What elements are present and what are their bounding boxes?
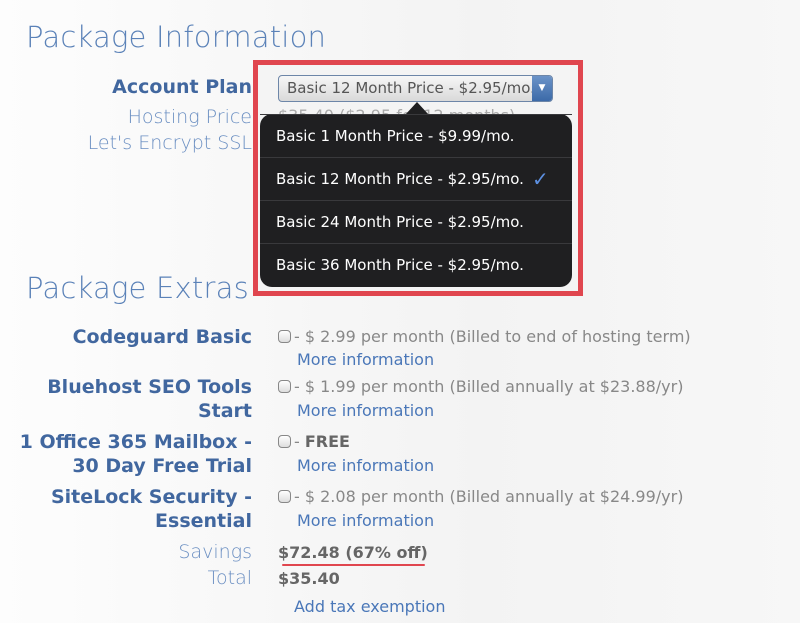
account-plan-label: Account Plan	[112, 76, 252, 98]
extra-option-sitelock: - $ 2.08 per month (Billed annually at $…	[278, 487, 683, 506]
savings-value: $72.48 (67% off)	[278, 543, 428, 562]
extra-name-line: 30 Day Free Trial	[72, 455, 252, 477]
extra-name-line: Codeguard Basic	[72, 326, 252, 348]
more-info-link-office365[interactable]: More information	[297, 456, 434, 475]
extra-desc: - $ 2.99 per month (Billed to end of hos…	[294, 327, 691, 346]
extra-name-sitelock: SiteLock Security - Essential	[51, 485, 252, 533]
account-plan-select[interactable]: Basic 12 Month Price - $2.95/mo. ▼	[278, 75, 553, 102]
sitelock-checkbox[interactable]	[278, 490, 291, 503]
package-information-title: Package Information	[26, 20, 327, 54]
codeguard-checkbox[interactable]	[278, 330, 291, 343]
plan-option-label: Basic 1 Month Price - $9.99/mo.	[276, 127, 515, 145]
total-label: Total	[207, 567, 252, 589]
extra-name-line: 1 Office 365 Mailbox -	[19, 431, 252, 453]
extra-option-codeguard: - $ 2.99 per month (Billed to end of hos…	[278, 327, 691, 346]
savings-label: Savings	[178, 541, 252, 563]
extra-name-line: Start	[197, 400, 252, 422]
more-info-link-seo-tools[interactable]: More information	[297, 401, 434, 420]
plan-option-12-month[interactable]: Basic 12 Month Price - $2.95/mo. ✓	[260, 157, 572, 200]
extra-desc: - $ 1.99 per month (Billed annually at $…	[294, 377, 684, 396]
plan-option-label: Basic 12 Month Price - $2.95/mo.	[276, 170, 524, 188]
extra-option-seo-tools: - $ 1.99 per month (Billed annually at $…	[278, 377, 683, 396]
plan-option-24-month[interactable]: Basic 24 Month Price - $2.95/mo.	[260, 200, 572, 243]
seo-tools-checkbox[interactable]	[278, 380, 291, 393]
checkmark-icon: ✓	[532, 167, 549, 191]
plan-option-36-month[interactable]: Basic 36 Month Price - $2.95/mo.	[260, 243, 572, 286]
extra-name-codeguard: Codeguard Basic	[73, 325, 252, 349]
add-tax-exemption-link[interactable]: Add tax exemption	[294, 597, 445, 616]
more-info-link-sitelock[interactable]: More information	[297, 511, 434, 530]
package-extras-title: Package Extras	[26, 271, 249, 305]
dropdown-arrow-icon[interactable]: ▼	[532, 76, 552, 101]
savings-underline	[282, 564, 425, 566]
plan-options-popup: Basic 1 Month Price - $9.99/mo. Basic 12…	[260, 102, 572, 287]
extra-desc: FREE	[304, 432, 350, 451]
plan-option-1-month[interactable]: Basic 1 Month Price - $9.99/mo.	[260, 114, 572, 157]
extra-name-office365: 1 Office 365 Mailbox - 30 Day Free Trial	[20, 430, 252, 478]
plan-option-label: Basic 24 Month Price - $2.95/mo.	[276, 213, 524, 231]
hosting-price-label: Hosting Price	[127, 106, 252, 128]
more-info-link-codeguard[interactable]: More information	[297, 350, 434, 369]
account-plan-selected-value: Basic 12 Month Price - $2.95/mo.	[287, 79, 535, 97]
plan-option-label: Basic 36 Month Price - $2.95/mo.	[276, 256, 524, 274]
extra-desc-prefix: -	[294, 432, 305, 451]
extra-name-line: Bluehost SEO Tools	[47, 376, 252, 398]
total-value: $35.40	[278, 569, 340, 588]
extra-name-seo-tools: Bluehost SEO Tools Start	[47, 375, 252, 423]
extra-name-line: Essential	[155, 510, 252, 532]
office365-checkbox[interactable]	[278, 435, 291, 448]
extra-desc: - $ 2.08 per month (Billed annually at $…	[294, 487, 684, 506]
extra-name-line: SiteLock Security -	[50, 486, 252, 508]
ssl-label: Let's Encrypt SSL	[87, 132, 252, 154]
extra-option-office365: - FREE	[278, 432, 350, 451]
